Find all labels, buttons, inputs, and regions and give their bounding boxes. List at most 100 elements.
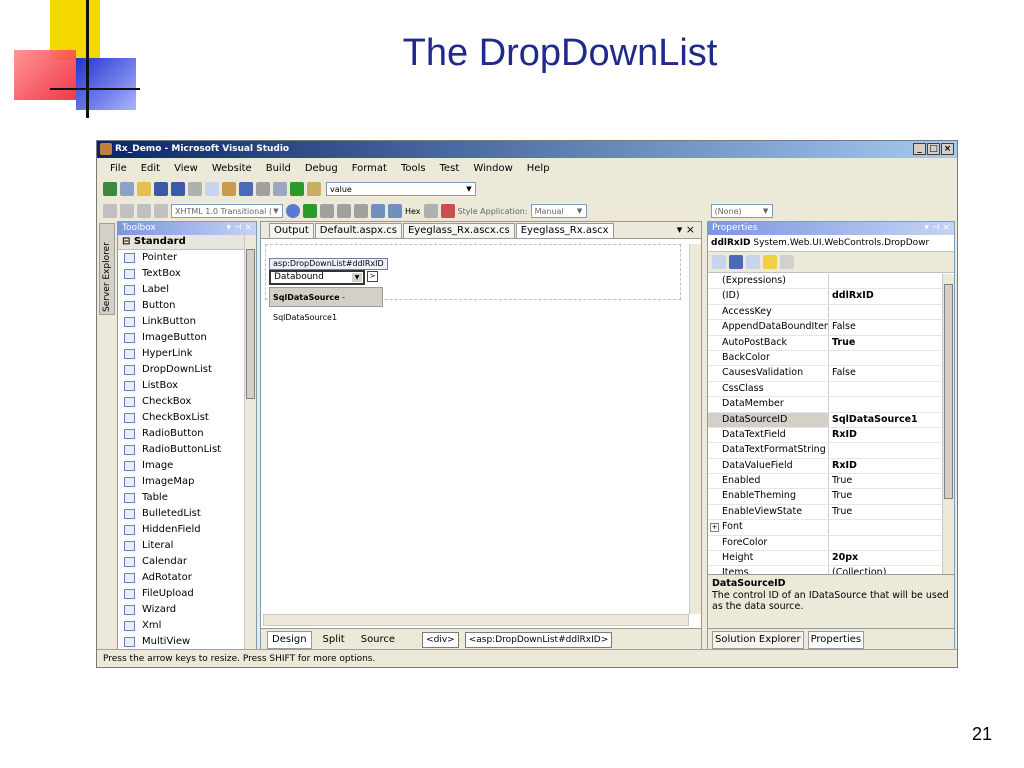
- properties-scrollbar[interactable]: [942, 274, 954, 574]
- document-scrollbar[interactable]: [689, 244, 701, 614]
- property-row[interactable]: + Font: [708, 520, 943, 536]
- toolbox-item-radiobutton[interactable]: RadioButton: [118, 426, 244, 442]
- menu-website[interactable]: Website: [205, 160, 259, 178]
- toolbox-item-textbox[interactable]: TextBox: [118, 266, 244, 282]
- toolbox-item-hiddenfield[interactable]: HiddenField: [118, 522, 244, 538]
- server-explorer-tab[interactable]: Server Explorer: [99, 223, 115, 315]
- step-into-icon[interactable]: [371, 204, 385, 218]
- uncomment-icon[interactable]: [154, 204, 168, 218]
- menu-help[interactable]: Help: [520, 160, 557, 178]
- property-value[interactable]: False: [829, 366, 943, 380]
- menu-window[interactable]: Window: [466, 160, 519, 178]
- property-value[interactable]: True: [829, 489, 943, 503]
- property-value[interactable]: 20px: [829, 551, 943, 565]
- start-debug-icon[interactable]: [290, 182, 304, 196]
- properties-view-icon[interactable]: [746, 255, 760, 269]
- property-row[interactable]: DataTextField RxID: [708, 427, 943, 444]
- property-row[interactable]: DataMember: [708, 397, 943, 413]
- property-row[interactable]: (ID) ddlRxID: [708, 289, 943, 305]
- property-value[interactable]: True: [829, 474, 943, 488]
- toolbox-item-image[interactable]: Image: [118, 458, 244, 474]
- property-value[interactable]: [829, 382, 943, 396]
- menu-view[interactable]: View: [167, 160, 205, 178]
- toolbox-item-wizard[interactable]: Wizard: [118, 602, 244, 618]
- save-icon[interactable]: [154, 182, 168, 196]
- tab-eyeglass-rx-ascx[interactable]: Eyeglass_Rx.ascx: [515, 223, 614, 238]
- toolbox-item-bulletedlist[interactable]: BulletedList: [118, 506, 244, 522]
- toolbox-item-dropdownlist[interactable]: DropDownList: [118, 362, 244, 378]
- property-value[interactable]: [829, 536, 943, 550]
- tab-properties[interactable]: Properties: [807, 630, 865, 649]
- toolbox-item-checkbox[interactable]: CheckBox: [118, 394, 244, 410]
- new-project-icon[interactable]: [103, 182, 117, 196]
- schema-combo[interactable]: XHTML 1.0 Transitional ( ▼: [171, 204, 283, 218]
- document-hscrollbar[interactable]: [263, 614, 689, 626]
- menu-test[interactable]: Test: [433, 160, 467, 178]
- pause-icon[interactable]: [320, 204, 334, 218]
- toolbox-scrollbar[interactable]: [244, 235, 256, 650]
- property-value[interactable]: False: [829, 320, 943, 334]
- tab-output[interactable]: Output: [269, 223, 314, 238]
- undo-icon[interactable]: [239, 182, 253, 196]
- properties-scroll-thumb[interactable]: [944, 284, 953, 499]
- source-view-button[interactable]: Source: [356, 631, 400, 649]
- menu-format[interactable]: Format: [345, 160, 394, 178]
- property-value[interactable]: [829, 274, 943, 288]
- property-row[interactable]: EnableTheming True: [708, 489, 943, 505]
- toolbox-item-imagemap[interactable]: ImageMap: [118, 474, 244, 490]
- toolbox-group-standard[interactable]: ⊟ Standard: [118, 235, 244, 250]
- toolbox-item-table[interactable]: Table: [118, 490, 244, 506]
- toolbox-item-literal[interactable]: Literal: [118, 538, 244, 554]
- toolbox-item-fileupload[interactable]: FileUpload: [118, 586, 244, 602]
- minimize-button[interactable]: _: [913, 143, 926, 155]
- property-value[interactable]: [829, 397, 943, 411]
- property-value[interactable]: SqlDataSource1: [829, 413, 943, 427]
- maximize-button[interactable]: □: [927, 143, 940, 155]
- property-row[interactable]: CssClass: [708, 381, 943, 398]
- properties-window-controls[interactable]: ▾ ⊣ ×: [924, 222, 950, 235]
- toolbox-item-checkboxlist[interactable]: CheckBoxList: [118, 410, 244, 426]
- toolbox-item-calendar[interactable]: Calendar: [118, 554, 244, 570]
- step-over-icon[interactable]: [388, 204, 402, 218]
- toolbox-item-button[interactable]: Button: [118, 298, 244, 314]
- property-value[interactable]: [829, 520, 943, 534]
- property-row[interactable]: AutoPostBack True: [708, 335, 943, 351]
- toolbox-item-multiview[interactable]: MultiView: [118, 634, 244, 650]
- none-combo[interactable]: (None) ▼: [710, 204, 773, 218]
- chevron-down-icon[interactable]: ▼: [352, 273, 362, 282]
- chevron-down-icon[interactable]: ▼: [761, 206, 771, 216]
- toolbox-item-xml[interactable]: Xml: [118, 618, 244, 634]
- paste-icon[interactable]: [222, 182, 236, 196]
- property-value[interactable]: RxID: [829, 459, 943, 473]
- open-folder-icon[interactable]: [137, 182, 151, 196]
- menu-edit[interactable]: Edit: [134, 160, 167, 178]
- step-icon[interactable]: [354, 204, 368, 218]
- stop-icon[interactable]: [337, 204, 351, 218]
- toolbox-item-imagebutton[interactable]: ImageButton: [118, 330, 244, 346]
- breakpoint-icon[interactable]: [423, 204, 438, 218]
- menu-debug[interactable]: Debug: [298, 160, 345, 178]
- cut-icon[interactable]: [188, 182, 202, 196]
- menu-tools[interactable]: Tools: [394, 160, 433, 178]
- categorized-icon[interactable]: [712, 255, 726, 269]
- chevron-down-icon[interactable]: ▼: [464, 184, 474, 194]
- save-all-icon[interactable]: [171, 182, 185, 196]
- play-icon[interactable]: [303, 204, 317, 218]
- chevron-down-icon[interactable]: ▼: [575, 206, 585, 216]
- copy-icon[interactable]: [205, 182, 219, 196]
- tab-eyeglass-rx-ascx-cs[interactable]: Eyeglass_Rx.ascx.cs: [402, 223, 515, 238]
- validate-icon[interactable]: [286, 204, 300, 218]
- property-row[interactable]: Enabled True: [708, 474, 943, 490]
- sqldatasource-control[interactable]: SqlDataSource - SqlDataSource1: [269, 287, 383, 322]
- toolbox-item-adrotator[interactable]: AdRotator: [118, 570, 244, 586]
- breadcrumb-dropdownlist[interactable]: <asp:DropDownList#ddlRxID>: [464, 631, 613, 648]
- close-button[interactable]: ×: [941, 143, 954, 155]
- split-view-button[interactable]: Split: [318, 631, 350, 649]
- style-application-combo[interactable]: Manual ▼: [530, 204, 587, 218]
- property-row[interactable]: DataTextFormatString: [708, 443, 943, 459]
- find-icon[interactable]: [307, 182, 321, 196]
- toolbox-item-hyperlink[interactable]: HyperLink: [118, 346, 244, 362]
- toolbox-item-linkbutton[interactable]: LinkButton: [118, 314, 244, 330]
- property-pages-icon[interactable]: [780, 255, 794, 269]
- property-row[interactable]: AppendDataBoundItem False: [708, 320, 943, 336]
